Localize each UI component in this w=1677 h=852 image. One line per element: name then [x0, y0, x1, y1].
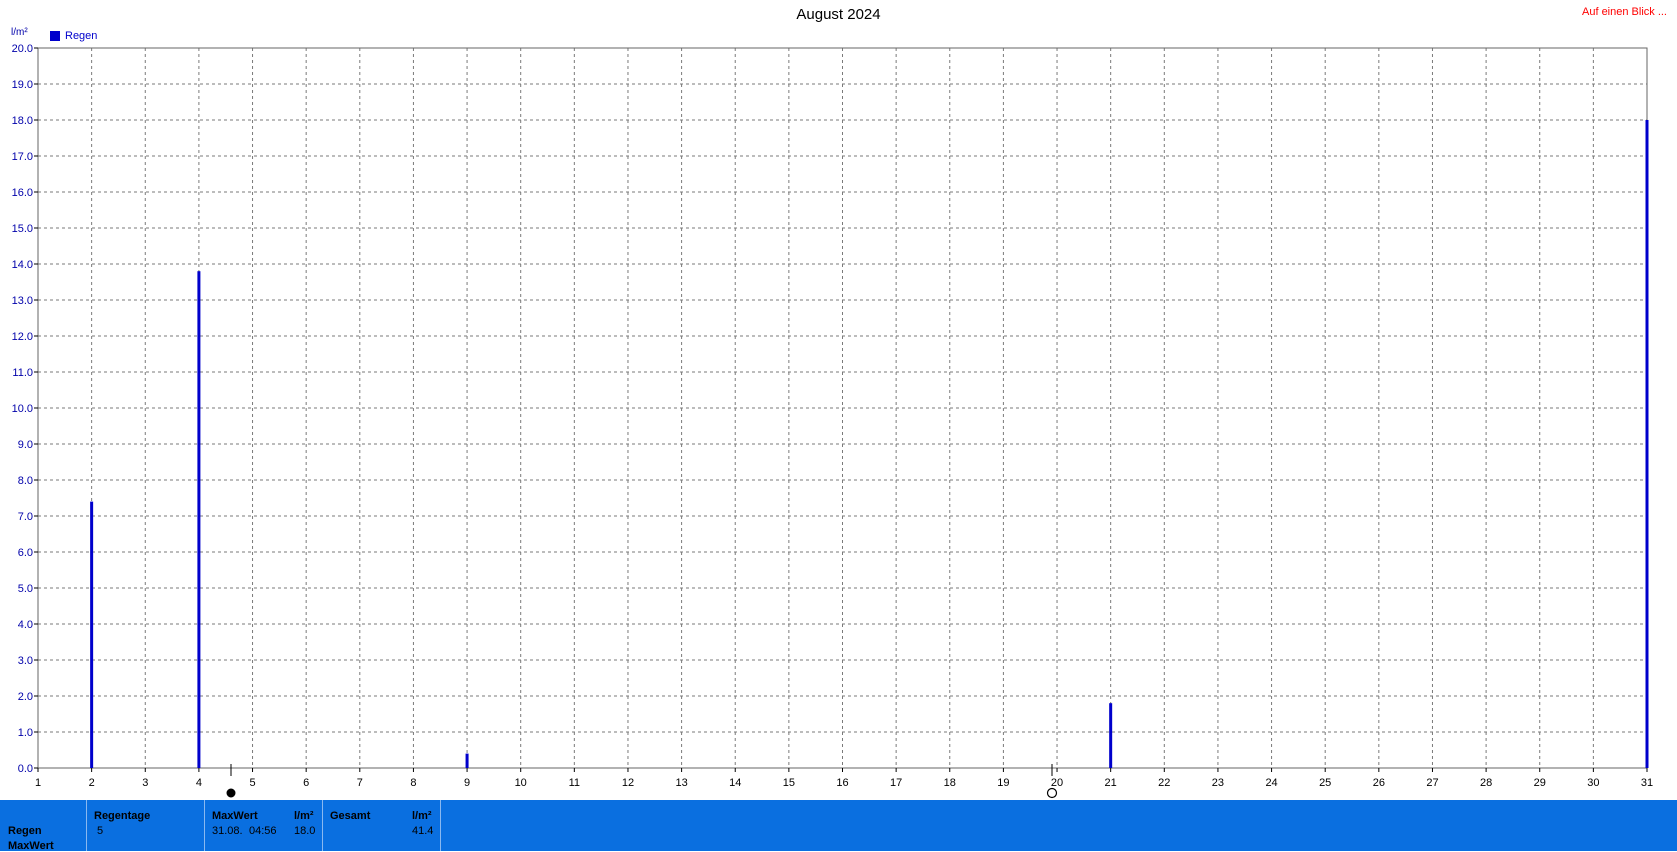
legend: Regen	[50, 30, 97, 42]
x-tick-label: 11	[569, 777, 580, 789]
x-tick-label: 17	[890, 777, 902, 789]
y-tick-label: 13.0	[12, 295, 33, 307]
x-tick-label: 28	[1480, 777, 1492, 789]
rain-bar	[465, 753, 469, 768]
x-tick-label: 2	[89, 777, 95, 789]
x-tick-label: 20	[1051, 777, 1063, 789]
regentage-header: Regentage	[94, 810, 151, 822]
chart-title: August 2024	[796, 6, 881, 23]
y-tick-label: 4.0	[18, 619, 33, 631]
legend-label: Regen	[65, 30, 98, 42]
rain-bar	[197, 271, 201, 768]
row-label-maxwert: MaxWert	[8, 840, 54, 852]
maxwert-value: 18.0	[294, 825, 316, 837]
sun-markers	[226, 764, 1058, 799]
y-tick-label: 7.0	[18, 511, 33, 523]
y-axis-unit: l/m²	[11, 27, 28, 38]
y-tick-label: 17.0	[12, 151, 33, 163]
y-tick-label: 8.0	[18, 475, 33, 487]
y-tick-label: 18.0	[12, 115, 33, 127]
y-tick-label: 14.0	[12, 259, 33, 271]
y-tick-label: 11.0	[12, 367, 33, 379]
y-tick-label: 20.0	[12, 43, 33, 55]
x-tick-label: 21	[1105, 777, 1117, 789]
overview-link[interactable]: Auf einen Blick ...	[1582, 6, 1667, 18]
x-tick-label: 29	[1534, 777, 1546, 789]
x-tick-label: 1	[35, 777, 41, 789]
x-tick-label: 26	[1373, 777, 1385, 789]
y-axis-ticks: 0.0 1.0 2.0 3.0 4.0 5.0 6.0 7.0 8.0 9.0 10.0 11.0 12…	[12, 43, 38, 775]
y-tick-label: 10.0	[12, 403, 33, 415]
gesamt-cell: Gesamt l/m² 41.4	[323, 800, 441, 851]
x-axis-ticks: 1 2 3 4 5 6 7 8 9 10 11 12 13 14 15 16 17 18 19 20 21 22 23 24 2…	[35, 768, 1653, 789]
y-tick-label: 0.0	[18, 763, 33, 775]
x-tick-label: 23	[1212, 777, 1224, 789]
rain-bar	[1109, 703, 1113, 768]
x-tick-label: 5	[249, 777, 255, 789]
legend-swatch	[50, 31, 60, 41]
x-tick-label: 3	[142, 777, 148, 789]
x-tick-label: 9	[464, 777, 470, 789]
y-tick-label: 15.0	[12, 223, 33, 235]
y-tick-label: 19.0	[12, 79, 33, 91]
y-tick-label: 16.0	[12, 187, 33, 199]
maxwert-date: 31.08.	[212, 825, 243, 837]
gesamt-unit: l/m²	[412, 810, 432, 822]
maxwert-unit: l/m²	[294, 810, 314, 822]
gesamt-value: 41.4	[412, 825, 434, 837]
x-tick-label: 10	[515, 777, 527, 789]
y-tick-label: 2.0	[18, 691, 33, 703]
rain-bar	[90, 501, 94, 768]
x-tick-label: 25	[1319, 777, 1331, 789]
x-tick-label: 7	[357, 777, 363, 789]
summary-bar: Regen MaxWert Regentage 5 MaxWert l/m² 3…	[0, 800, 1677, 852]
maxwert-time: 04:56	[249, 825, 277, 837]
rain-chart: 0.01.02.03.04.05.06.07.08.09.010.011.012…	[12, 43, 1653, 799]
maxwert-header: MaxWert	[212, 810, 258, 822]
x-tick-label: 8	[410, 777, 416, 789]
x-tick-label: 16	[836, 777, 848, 789]
filled-circle-icon	[226, 788, 236, 798]
x-tick-label: 15	[783, 777, 795, 789]
x-tick-label: 19	[997, 777, 1009, 789]
x-tick-label: 6	[303, 777, 309, 789]
regentage-value: 5	[97, 825, 104, 837]
y-tick-label: 6.0	[18, 547, 33, 559]
rain-bar	[1645, 120, 1649, 768]
gesamt-header: Gesamt	[330, 810, 371, 822]
x-tick-label: 30	[1587, 777, 1599, 789]
x-tick-label: 18	[944, 777, 956, 789]
y-tick-label: 12.0	[12, 331, 33, 343]
maxwert-cell: MaxWert l/m² 31.08. 04:56 18.0	[205, 800, 323, 851]
x-tick-label: 12	[622, 777, 634, 789]
open-circle-icon	[1046, 787, 1058, 799]
grid	[38, 48, 1647, 768]
y-tick-label: 5.0	[18, 583, 33, 595]
y-tick-label: 3.0	[18, 655, 33, 667]
y-tick-label: 1.0	[18, 727, 33, 739]
regentage-cell: Regentage 5	[87, 800, 205, 851]
x-tick-label: 14	[729, 777, 741, 789]
y-tick-label: 9.0	[18, 439, 33, 451]
x-tick-label: 27	[1426, 777, 1438, 789]
row-label-regen: Regen	[8, 825, 42, 837]
row-label-cell: Regen MaxWert	[0, 800, 87, 852]
x-tick-label: 24	[1265, 777, 1277, 789]
x-tick-label: 13	[675, 777, 687, 789]
x-tick-label: 4	[196, 777, 202, 789]
x-tick-label: 22	[1158, 777, 1170, 789]
x-tick-label: 31	[1641, 777, 1653, 789]
